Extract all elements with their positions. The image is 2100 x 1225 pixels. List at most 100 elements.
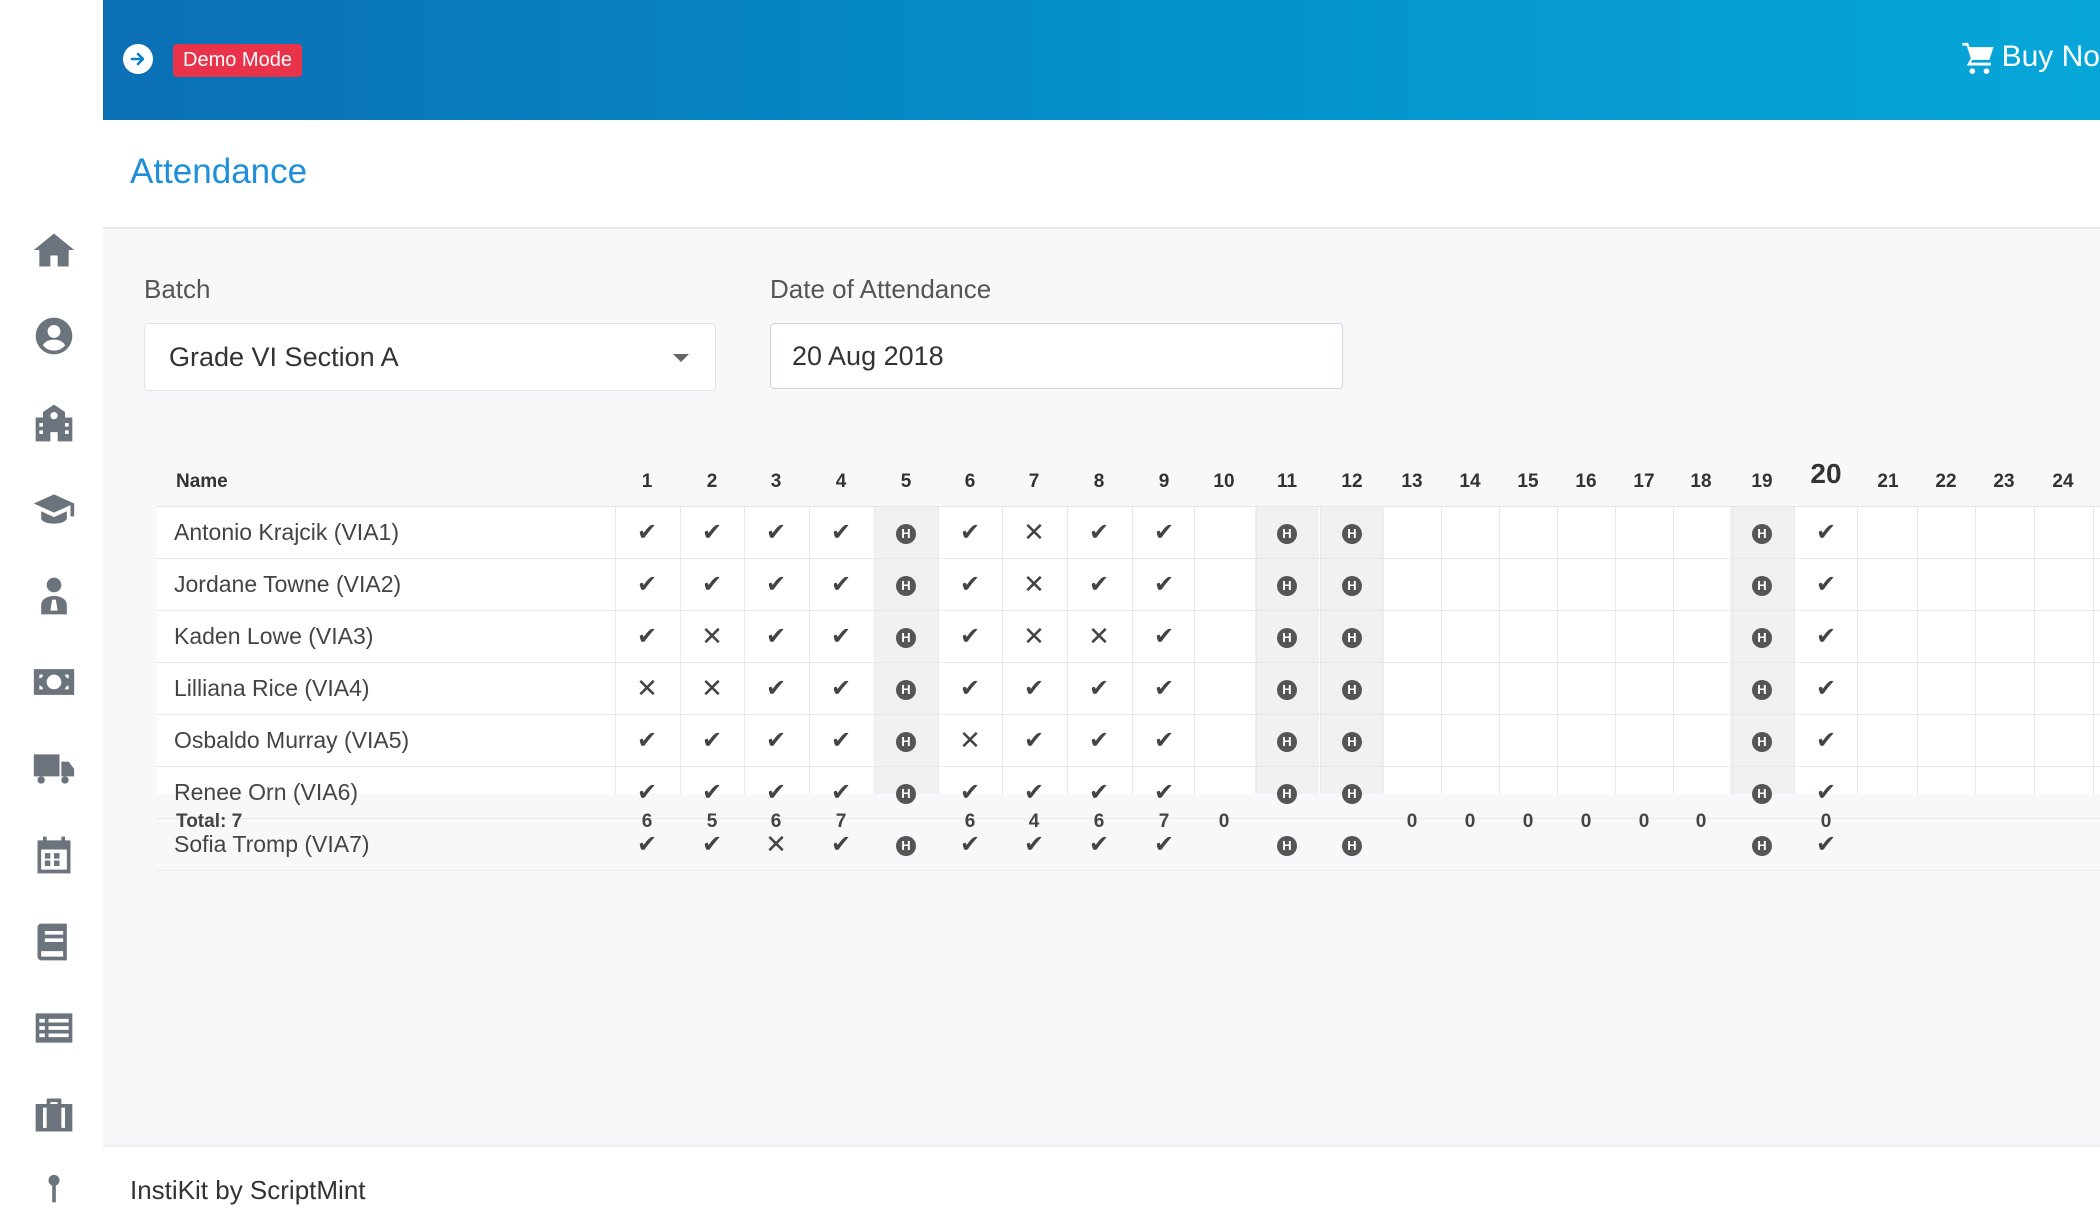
holiday-icon[interactable]: H [1257,663,1317,714]
holiday-icon[interactable]: H [1732,611,1792,662]
holiday-icon[interactable]: H [876,611,936,662]
present-check-icon[interactable]: ✔ [940,611,1000,662]
present-check-icon[interactable]: ✔ [617,611,677,662]
holiday-icon[interactable]: H [876,507,936,558]
holiday-icon[interactable]: H [1322,819,1382,870]
present-check-icon[interactable]: ✔ [1134,715,1194,766]
teacher-icon[interactable] [24,566,84,626]
present-check-icon[interactable]: ✔ [811,611,871,662]
present-check-icon[interactable]: ✔ [617,559,677,610]
table-header-day: 8 [1093,471,1105,492]
holiday-icon[interactable]: H [1732,767,1792,818]
holiday-icon[interactable]: H [876,715,936,766]
present-check-icon[interactable]: ✔ [746,611,806,662]
more-icon[interactable] [24,1165,84,1225]
present-check-icon[interactable]: ✔ [1069,559,1129,610]
holiday-icon[interactable]: H [1732,559,1792,610]
table-row: Jordane Towne (VIA2) ✔ ✔ ✔ ✔ H ✔ ✕ ✔ ✔ H H H ✔ [157,559,2100,611]
table-header-day: 19 [1751,471,1773,492]
present-check-icon[interactable]: ✔ [1796,611,1856,662]
present-check-icon[interactable]: ✔ [1134,663,1194,714]
present-check-icon[interactable]: ✔ [1069,663,1129,714]
top-navbar: Demo Mode Buy No [103,0,2100,120]
absent-cross-icon[interactable]: ✕ [1069,611,1129,662]
present-check-icon[interactable]: ✔ [1004,663,1064,714]
holiday-icon[interactable]: H [876,559,936,610]
total-label: Total: 7 [176,811,243,832]
present-check-icon[interactable]: ✔ [1796,715,1856,766]
holiday-icon[interactable]: H [1257,611,1317,662]
holiday-icon[interactable]: H [1732,715,1792,766]
present-check-icon[interactable]: ✔ [617,715,677,766]
buy-now-button[interactable]: Buy No [1960,40,2100,74]
present-check-icon[interactable]: ✔ [1069,715,1129,766]
present-check-icon[interactable]: ✔ [811,663,871,714]
day-total: 6 [1093,811,1105,832]
present-check-icon[interactable]: ✔ [940,559,1000,610]
present-check-icon[interactable]: ✔ [682,507,742,558]
holiday-icon[interactable]: H [1732,819,1792,870]
holiday-icon[interactable]: H [1257,819,1317,870]
user-circle-icon[interactable] [24,306,84,366]
list-icon[interactable] [24,998,84,1058]
present-check-icon[interactable]: ✔ [1796,559,1856,610]
table-header-day: 7 [1028,471,1040,492]
sidebar-toggle-icon[interactable] [123,44,153,74]
holiday-badge: H [1342,835,1362,856]
present-check-icon[interactable]: ✔ [1134,507,1194,558]
batch-select[interactable]: Grade VI Section A [144,323,716,391]
graduation-cap-icon[interactable] [24,479,84,539]
holiday-icon[interactable]: H [1257,559,1317,610]
holiday-icon[interactable]: H [1322,507,1382,558]
present-check-icon[interactable]: ✔ [746,559,806,610]
holiday-icon[interactable]: H [1322,715,1382,766]
absent-cross-icon[interactable]: ✕ [1004,559,1064,610]
money-icon[interactable] [24,652,84,712]
present-check-icon[interactable]: ✔ [682,559,742,610]
holiday-icon[interactable]: H [876,663,936,714]
present-check-icon[interactable]: ✔ [811,507,871,558]
table-row: Kaden Lowe (VIA3) ✔ ✕ ✔ ✔ H ✔ ✕ ✕ ✔ H H H ✔ [157,611,2100,663]
absent-cross-icon[interactable]: ✕ [682,611,742,662]
truck-icon[interactable] [24,739,84,799]
holiday-icon[interactable]: H [1257,507,1317,558]
present-check-icon[interactable]: ✔ [1134,611,1194,662]
book-icon[interactable] [24,912,84,972]
school-building-icon[interactable] [24,393,84,453]
home-icon[interactable] [24,220,84,280]
present-check-icon[interactable]: ✔ [746,507,806,558]
holiday-icon[interactable]: H [1322,611,1382,662]
calendar-icon[interactable] [24,825,84,885]
holiday-icon[interactable]: H [876,767,936,818]
holiday-icon[interactable]: H [1322,767,1382,818]
holiday-icon[interactable]: H [1732,663,1792,714]
absent-cross-icon[interactable]: ✕ [1004,507,1064,558]
present-check-icon[interactable]: ✔ [746,663,806,714]
present-check-icon[interactable]: ✔ [811,559,871,610]
present-check-icon[interactable]: ✔ [1069,507,1129,558]
present-check-icon[interactable]: ✔ [940,663,1000,714]
absent-cross-icon[interactable]: ✕ [940,715,1000,766]
date-of-attendance-input[interactable] [770,323,1343,389]
present-check-icon[interactable]: ✔ [1004,715,1064,766]
present-check-icon[interactable]: ✔ [746,715,806,766]
holiday-icon[interactable]: H [1732,507,1792,558]
absent-cross-icon[interactable]: ✕ [1004,611,1064,662]
present-check-icon[interactable]: ✔ [811,715,871,766]
holiday-icon[interactable]: H [1322,663,1382,714]
briefcase-icon[interactable] [24,1085,84,1145]
holiday-icon[interactable]: H [1257,715,1317,766]
holiday-icon[interactable]: H [1322,559,1382,610]
holiday-badge: H [1342,679,1362,700]
present-check-icon[interactable]: ✔ [940,507,1000,558]
present-check-icon[interactable]: ✔ [1796,663,1856,714]
holiday-icon[interactable]: H [1257,767,1317,818]
present-check-icon[interactable]: ✔ [1796,507,1856,558]
absent-cross-icon[interactable]: ✕ [617,663,677,714]
present-check-icon[interactable]: ✔ [617,507,677,558]
present-check-icon[interactable]: ✔ [682,715,742,766]
present-check-icon[interactable]: ✔ [1134,559,1194,610]
absent-cross-icon[interactable]: ✕ [682,663,742,714]
holiday-icon[interactable]: H [876,819,936,870]
table-header-day: 16 [1575,471,1597,492]
